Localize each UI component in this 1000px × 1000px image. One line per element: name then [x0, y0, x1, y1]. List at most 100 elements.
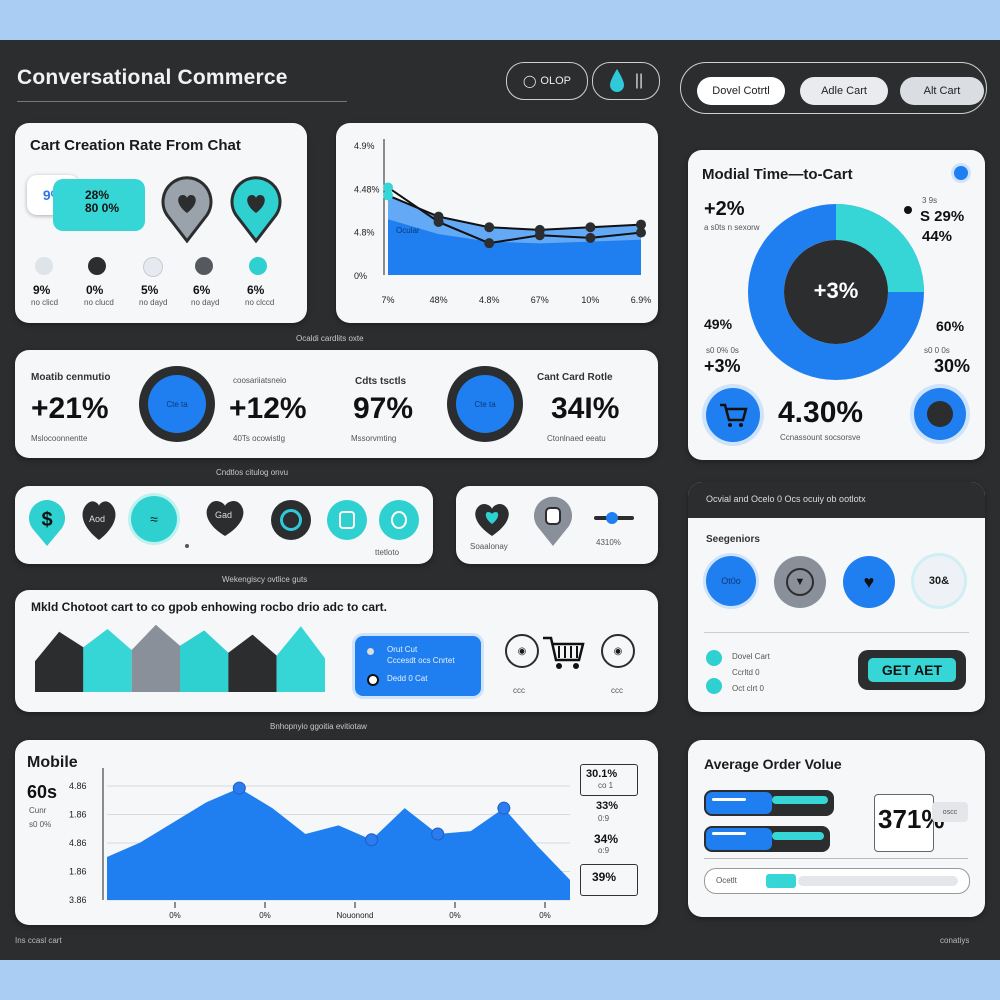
dot-value: 6% [193, 283, 211, 297]
tab-alt-cart[interactable]: Alt Cart [900, 77, 984, 105]
metric-ring-1[interactable]: Cte ta [139, 366, 215, 442]
mountain-segment [228, 634, 277, 692]
small-card: Soaalonay 4310% [456, 486, 658, 564]
heart-pin-icon[interactable] [161, 175, 213, 243]
suggestion-chip-1[interactable]: Ot0o [706, 556, 756, 606]
tab-dovel-cotrtl[interactable]: Dovel Cotrtl [697, 77, 785, 105]
tab-label: Adle Cart [821, 85, 867, 97]
tab-label: Dovel Cotrtl [712, 85, 770, 97]
target-inner [391, 511, 407, 529]
cart-button[interactable] [706, 388, 760, 442]
icon-caption-2: ccc [611, 686, 623, 695]
shopping-cart-icon[interactable] [541, 634, 587, 670]
y-tick-label: 4.9% [354, 141, 375, 151]
modal-right-bottom: 30% [934, 356, 971, 376]
suggestion-chip-4[interactable]: 30& [914, 556, 964, 606]
right-value-3: 34% [594, 832, 619, 846]
series-2-point [585, 232, 596, 243]
suggestion-chip-3[interactable]: ♥ [843, 556, 895, 608]
tag-icon[interactable]: ◉ [601, 634, 635, 668]
view-toggle[interactable]: ◯ OLOP [506, 62, 588, 100]
aov-bar-1-line [712, 798, 746, 801]
aov-card: Average Order Volue 371% oscc Ocetlt [688, 740, 985, 917]
right-value-4: 39% [592, 870, 617, 884]
shield-icon[interactable] [327, 500, 367, 540]
target-icon[interactable] [379, 500, 419, 540]
cart-creation-title: Cart Creation Rate From Chat [30, 137, 241, 154]
dot-sub: no dayd [191, 298, 220, 307]
x-tick-label: 67% [531, 295, 549, 305]
mobile-point [431, 827, 445, 841]
get-cart-button[interactable]: GET AET [858, 650, 966, 690]
aov-bar-1-accent [772, 796, 828, 804]
dollar-pin-icon[interactable]: $ [27, 498, 67, 548]
dot-marker [88, 257, 106, 275]
suggestion-chip-2[interactable]: ▼ [774, 556, 826, 608]
dot-marker [195, 257, 213, 275]
option-2[interactable]: Cccesdt ocs Cnrtet [387, 656, 455, 665]
metric-value-3: 97% [353, 392, 414, 425]
bubble-line-2: 80 0% [85, 201, 120, 215]
y-tick-label: 4.8% [354, 228, 375, 238]
series-2-point [636, 227, 646, 238]
modal-left-top: +2% [704, 198, 745, 220]
modal-right-top-2: 44% [922, 228, 953, 245]
heart-pin-teal-icon[interactable] [230, 175, 282, 243]
tab-adle-cart[interactable]: Adle Cart [800, 77, 888, 105]
option-3[interactable]: Dedd 0 Cat [387, 674, 427, 683]
modal-right-top-1: S 29% [920, 208, 965, 225]
metric-value-2: +12% [229, 392, 307, 425]
x-tick-label: 10% [581, 295, 599, 305]
x-tick-label: Nouonond [337, 911, 374, 920]
aov-bar-2-line [712, 832, 746, 835]
mobile-sub-1: Cunr [29, 806, 47, 815]
drop-toggle[interactable]: || [592, 62, 660, 100]
y-tick-label: 4.86 [69, 781, 87, 791]
chat-bubble-icon[interactable]: ≈ [131, 496, 177, 542]
modal-big-value: 4.30% [778, 396, 864, 429]
aov-slider-fill[interactable] [766, 874, 796, 888]
trend-chart: 4.9% 4.48% 4.8% 0% Ocular 7% 48% 4.8% 67% 10% 6.9% [354, 139, 651, 305]
heart-outline-icon[interactable] [472, 502, 512, 538]
modal-big-sub: Ccnassount socsorsve [780, 433, 861, 442]
metric-value-4: 34I% [551, 392, 620, 425]
series-2-point [534, 230, 545, 241]
series-1-point [585, 222, 596, 233]
footer-caption-left: Ins ccasl cart [15, 936, 62, 945]
aov-slider-track [798, 876, 958, 886]
option-panel[interactable] [355, 636, 481, 696]
right-small-3: o:9 [598, 846, 610, 855]
mountain-segment [131, 624, 180, 692]
x-tick-label: 0% [539, 911, 551, 920]
option-1[interactable]: Orut Cut [387, 645, 417, 654]
location-pin-icon[interactable] [532, 496, 574, 548]
small-card-value: 4310% [596, 538, 621, 547]
suggestions-divider [704, 632, 969, 633]
y-tick-label: 3.86 [69, 895, 87, 905]
option-radio-3[interactable] [367, 674, 379, 686]
metric-ring-2[interactable]: Cte ta [447, 366, 523, 442]
y-tick-label: 1.86 [69, 810, 87, 820]
mobile-right-values: 30.1% co 1 33% 0:9 34% o:9 39% [580, 764, 640, 904]
row-dot-2 [706, 678, 722, 694]
suggestion-row-3: Oct clrt 0 [732, 684, 765, 693]
mobile-sub-2: s0 0% [29, 820, 52, 829]
metric-label-4: Cant Card Rotle [537, 372, 613, 383]
lock-icon[interactable]: ◉ [505, 634, 539, 668]
suggestions-card: Ocvial and Ocelo 0 Ocs ocuiy ob ootlotx … [688, 482, 985, 712]
wave-icon: ≈ [150, 511, 158, 527]
x-tick-label: 0% [449, 911, 461, 920]
row-dot-1 [706, 650, 722, 666]
power-icon[interactable] [271, 500, 311, 540]
metric-label-3: Cdts tsctls [355, 376, 407, 387]
ring-button[interactable] [914, 388, 966, 440]
aov-tag-label: oscc [942, 808, 958, 816]
metrics-card: Moatib cenmutio +21% Mslocoonnentte Cte … [15, 350, 658, 458]
slider-handle[interactable] [606, 512, 618, 524]
chip-label: Ot0o [721, 576, 741, 586]
series-1-point [484, 222, 495, 233]
option-radio-1[interactable] [367, 648, 374, 655]
modal-left-mid: 49% [704, 316, 733, 332]
status-dot [954, 166, 968, 180]
dot-value: 5% [141, 283, 159, 297]
